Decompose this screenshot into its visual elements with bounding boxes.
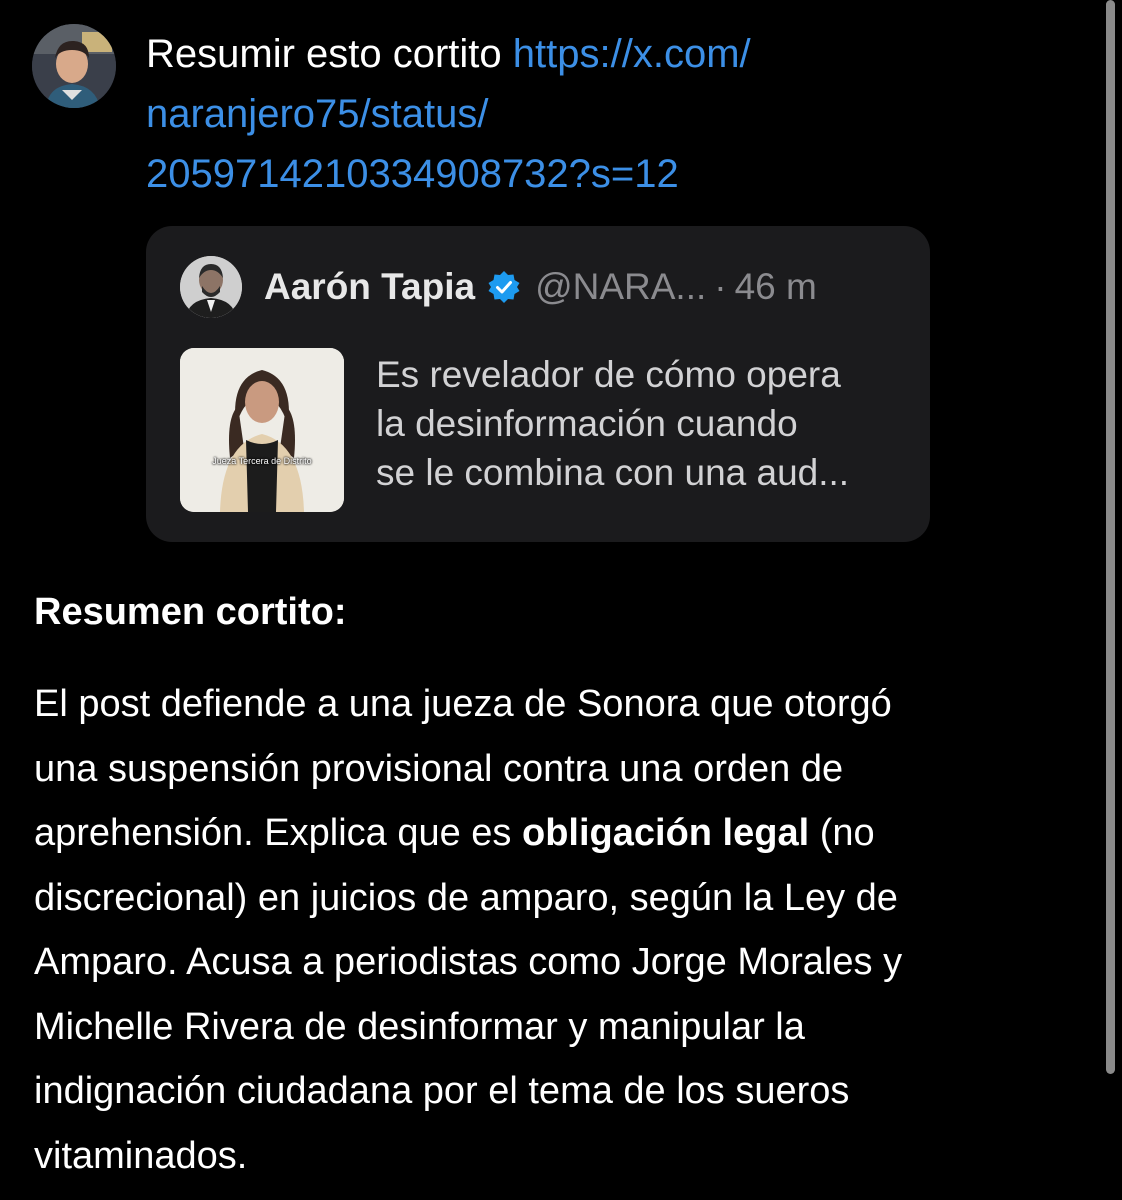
quoted-post-text: Es revelador de cómo opera la desinforma… xyxy=(376,350,906,497)
user-message: Resumir esto cortito https://x.com/ nara… xyxy=(146,24,1046,204)
user-avatar[interactable] xyxy=(32,24,116,108)
status-link[interactable]: https://x.com/ xyxy=(513,32,751,76)
status-link-part[interactable]: 2059714210334908732?s=12 xyxy=(146,144,1046,204)
response-line: discrecional) en juicios de amparo, segú… xyxy=(34,876,898,919)
thumbnail-caption: Jueza Tercera de Distrito xyxy=(212,456,312,466)
user-avatar-photo xyxy=(32,24,116,108)
quoted-post-text-line: se le combina con una aud... xyxy=(376,452,850,493)
response-line: Amparo. Acusa a periodistas como Jorge M… xyxy=(34,941,903,983)
status-link-part[interactable]: naranjero75/status/ xyxy=(146,84,1046,144)
response-line: una suspensión provisional contra una or… xyxy=(34,747,844,790)
response-emphasis: obligación legal xyxy=(522,812,810,854)
response-line: vitaminados. xyxy=(34,1134,248,1177)
response-line: Michelle Rivera de desinformar y manipul… xyxy=(34,1005,805,1048)
scrollbar-thumb[interactable] xyxy=(1106,0,1115,1074)
quoted-post-text-line: Es revelador de cómo opera xyxy=(376,354,841,395)
post-time: 46 m xyxy=(734,266,817,307)
quoted-post-card[interactable]: Aarón Tapia @NARA... · 46 m Jueza Tercer… xyxy=(146,226,930,542)
author-avatar-photo xyxy=(180,256,242,318)
response-body: El post defiende a una jueza de Sonora q… xyxy=(34,672,1044,1188)
response-text: aprehensión. Explica que es xyxy=(34,812,522,854)
author-handle: @NARA... xyxy=(535,266,707,307)
quoted-post-header: Aarón Tapia @NARA... · 46 m xyxy=(264,262,817,312)
author-name[interactable]: Aarón Tapia xyxy=(264,266,475,308)
response-line: aprehensión. Explica que es obligación l… xyxy=(34,801,1044,866)
verified-badge-icon xyxy=(487,270,521,304)
post-thumbnail-image xyxy=(180,348,344,512)
response-text: (no xyxy=(809,812,875,854)
response-line: El post defiende a una jueza de Sonora q… xyxy=(34,683,892,725)
meta-separator: · xyxy=(714,266,727,307)
user-message-text: Resumir esto cortito xyxy=(146,32,513,76)
response-line: indignación ciudadana por el tema de los… xyxy=(34,1070,850,1112)
quoted-post-text-line: la desinformación cuando xyxy=(376,403,798,444)
assistant-response: Resumen cortito: El post defiende a una … xyxy=(34,586,1044,1188)
response-heading: Resumen cortito: xyxy=(34,591,347,633)
post-thumbnail[interactable]: Jueza Tercera de Distrito xyxy=(180,348,344,512)
author-avatar[interactable] xyxy=(180,256,242,318)
